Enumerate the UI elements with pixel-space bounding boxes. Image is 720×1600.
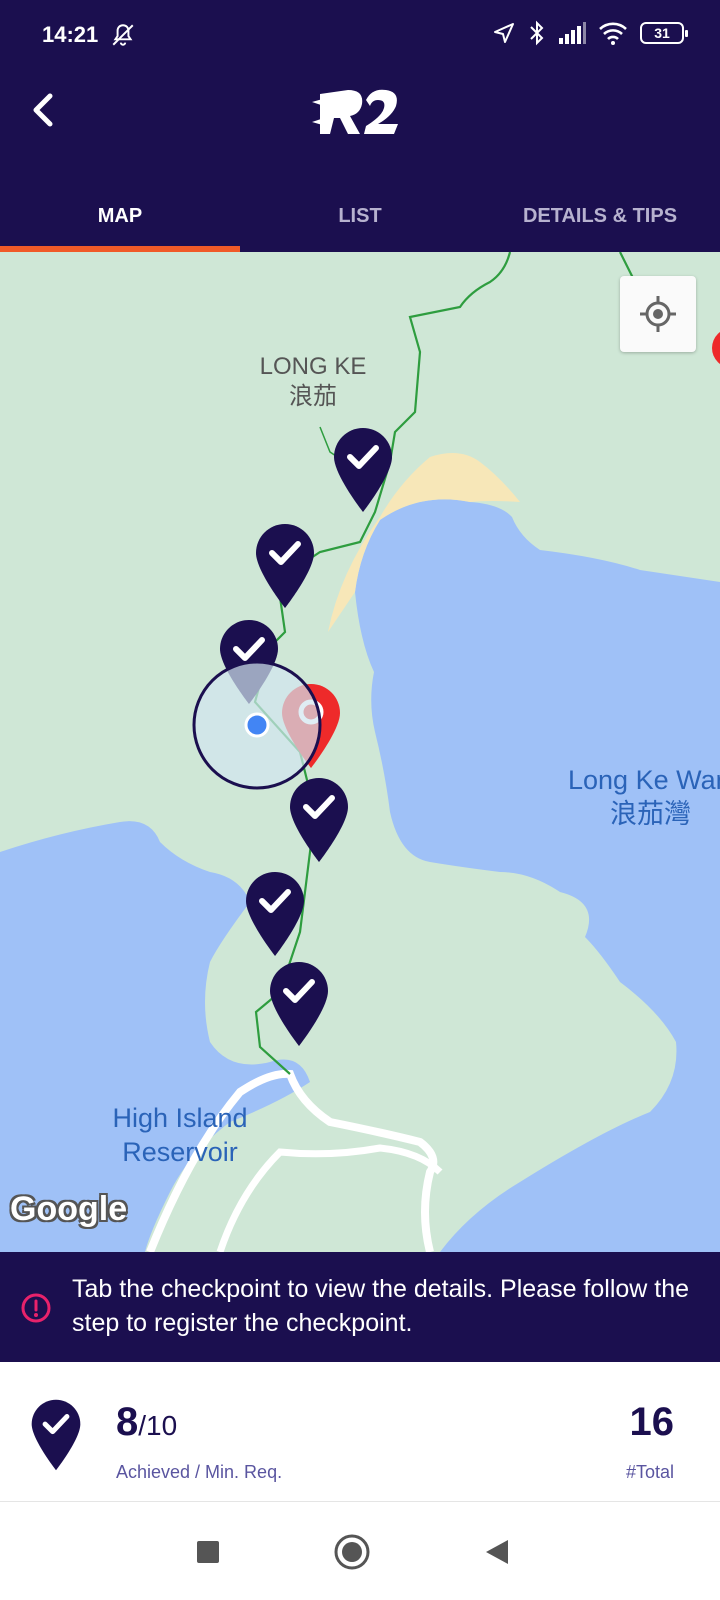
achieved-value: 8 xyxy=(116,1400,139,1444)
label-long-ke: LONG KE 浪茄 xyxy=(248,352,378,412)
checkpoint-achieved-icon xyxy=(31,1399,81,1471)
system-nav-bar xyxy=(0,1502,720,1600)
checkpoint-pin[interactable] xyxy=(332,426,394,514)
location-arrow-icon xyxy=(494,23,514,43)
alert-icon xyxy=(21,1293,51,1323)
battery-icon: 31 xyxy=(640,22,688,44)
status-time: 14:21 xyxy=(42,22,99,47)
map-view[interactable]: LONG KE 浪茄 Long Ke Wan 浪茄灣 High Island R… xyxy=(0,252,720,1252)
label-long-ke-en: LONG KE xyxy=(259,353,367,380)
min-req-value: /10 xyxy=(138,1410,178,1441)
tab-map[interactable]: MAP xyxy=(0,180,240,252)
recent-apps-button[interactable] xyxy=(188,1532,228,1572)
banner-message: Tab the checkpoint to view the details. … xyxy=(72,1275,690,1337)
checkpoint-pin[interactable] xyxy=(268,960,330,1048)
app-logo xyxy=(312,89,398,134)
checkpoint-pin[interactable] xyxy=(254,522,316,610)
label-bay-zh: 浪茄灣 xyxy=(610,798,691,829)
info-banner: Tab the checkpoint to view the details. … xyxy=(0,1252,720,1362)
label-high-island-reservoir: High Island Reservoir xyxy=(100,1102,260,1170)
back-button[interactable] xyxy=(478,1532,518,1572)
achieved-label: Achieved / Min. Req. xyxy=(116,1462,283,1482)
label-reservoir-line1: High Island xyxy=(112,1103,248,1133)
home-button[interactable] xyxy=(332,1532,372,1572)
user-location-marker xyxy=(192,660,322,790)
wifi-icon xyxy=(599,22,627,45)
total-label: #Total xyxy=(625,1462,674,1482)
total-value: 16 xyxy=(629,1400,675,1444)
bell-off-icon xyxy=(112,24,134,46)
google-attribution: Google xyxy=(10,1190,128,1228)
tab-list[interactable]: LIST xyxy=(240,180,480,252)
label-long-ke-wan: Long Ke Wan 浪茄灣 xyxy=(568,764,720,832)
tab-details-tips[interactable]: DETAILS & TIPS xyxy=(480,180,720,252)
tab-bar: MAP LIST DETAILS & TIPS xyxy=(0,180,720,252)
status-bar: 14:21 31 xyxy=(0,0,720,70)
label-bay-en: Long Ke Wan xyxy=(568,765,720,795)
app-bar xyxy=(0,70,720,180)
checkpoint-summary: 8/10 Achieved / Min. Req. 16 #Total xyxy=(0,1362,720,1502)
signal-icon xyxy=(559,22,586,44)
label-reservoir-line2: Reservoir xyxy=(122,1136,238,1167)
my-location-button[interactable] xyxy=(620,276,696,352)
label-long-ke-zh: 浪茄 xyxy=(289,383,337,410)
achieved-count: 8/10 xyxy=(116,1400,177,1445)
checkpoint-pin[interactable] xyxy=(244,870,306,958)
back-arrow-button[interactable] xyxy=(22,88,66,132)
bluetooth-icon xyxy=(530,20,544,46)
checkpoint-pin[interactable] xyxy=(288,776,350,864)
crosshair-icon xyxy=(640,296,676,332)
